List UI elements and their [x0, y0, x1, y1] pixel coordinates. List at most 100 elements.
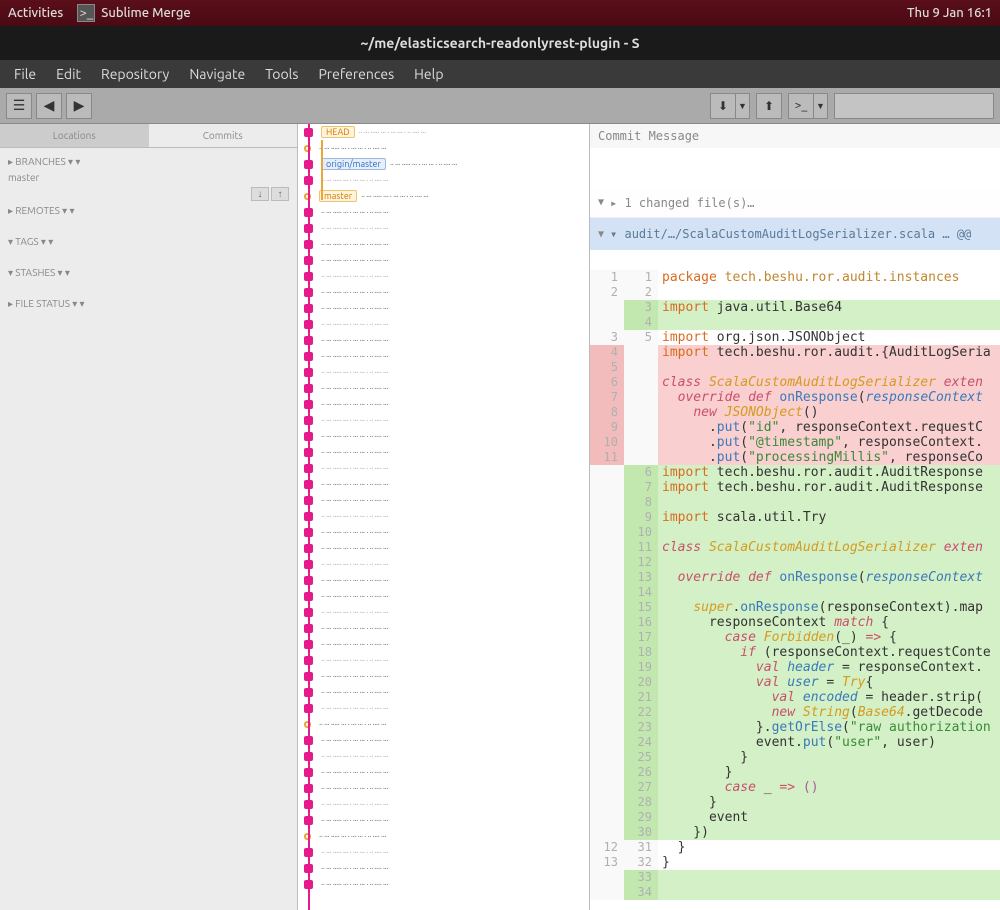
- commit-row[interactable]: ·· ··· ····· ··· · ··· ··· · ·· ···· ···: [298, 508, 589, 524]
- nav-forward-button[interactable]: ▶: [66, 93, 92, 119]
- code-line[interactable]: 29 event: [590, 810, 1000, 825]
- code-line[interactable]: 10: [590, 525, 1000, 540]
- code-line[interactable]: 20 val user = Try{: [590, 675, 1000, 690]
- nav-back-button[interactable]: ◀: [36, 93, 62, 119]
- code-line[interactable]: 4import tech.beshu.ror.audit.{AuditLogSe…: [590, 345, 1000, 360]
- code-line[interactable]: 18 if (responseContext.requestConte: [590, 645, 1000, 660]
- code-line[interactable]: 26 }: [590, 765, 1000, 780]
- code-line[interactable]: 9import scala.util.Try: [590, 510, 1000, 525]
- code-line[interactable]: 34: [590, 885, 1000, 900]
- commit-row[interactable]: ·· ··· ····· ··· · ··· ··· · ·· ···· ···: [298, 764, 589, 780]
- commit-row[interactable]: ·· ··· ····· ··· · ··· ··· · ·· ···· ···: [298, 380, 589, 396]
- sidebar-branches[interactable]: ▸ BRANCHES ▾ ▾: [4, 154, 293, 170]
- push-button[interactable]: ⬆: [756, 93, 782, 119]
- commit-row[interactable]: ·· ··· ····· ··· · ··· ··· · ·· ···· ···: [298, 236, 589, 252]
- sidebar-filestatus[interactable]: ▸ FILE STATUS ▾ ▾: [4, 296, 293, 312]
- commit-row[interactable]: ·· ··· ····· ··· · ··· ··· · ·· ···· ···: [298, 748, 589, 764]
- commit-row[interactable]: ·· ··· ····· ··· · ··· ··· · ·· ···· ···: [298, 572, 589, 588]
- menu-repository[interactable]: Repository: [91, 62, 179, 86]
- code-line[interactable]: 11 .put("processingMillis", responseCo: [590, 450, 1000, 465]
- sidebar-next-icon[interactable]: ↑: [271, 187, 289, 201]
- menu-preferences[interactable]: Preferences: [308, 62, 404, 86]
- commit-row[interactable]: ·· ··· ····· ··· · ··· ··· · ·· ···· ···: [298, 668, 589, 684]
- commit-row[interactable]: ·· ··· ····· ··· · ··· ··· · ·· ···· ···: [298, 428, 589, 444]
- code-line[interactable]: 17 case Forbidden(_) => {: [590, 630, 1000, 645]
- code-line[interactable]: 22: [590, 285, 1000, 300]
- code-line[interactable]: 8 new JSONObject(): [590, 405, 1000, 420]
- sidebar-tags[interactable]: ▾ TAGS ▾ ▾: [4, 234, 293, 250]
- sidebar-toggle-button[interactable]: ☰: [6, 93, 32, 119]
- commit-row[interactable]: ·· ··· ····· ··· · ··· ··· · ·· ···· ···: [298, 860, 589, 876]
- commit-row[interactable]: ·· ··· ····· ··· · ··· ··· · ·· ···· ···: [298, 780, 589, 796]
- commit-row[interactable]: ·· ··· ····· ··· · ··· ··· · ·· ···· ···: [298, 556, 589, 572]
- sidebar-prev-icon[interactable]: ↓: [251, 187, 269, 201]
- commit-row[interactable]: HEAD·· ··· ····· ··· · ··· ··· · ·· ····…: [298, 124, 589, 140]
- app-icon[interactable]: >_: [77, 4, 95, 22]
- code-line[interactable]: 16 responseContext match {: [590, 615, 1000, 630]
- code-line[interactable]: 9 .put("id", responseContext.requestC: [590, 420, 1000, 435]
- commit-row[interactable]: ·· ··· ····· ··· · ··· ··· · ·· ···· ···: [298, 636, 589, 652]
- commit-row[interactable]: ·· ··· ····· ··· · ··· ··· · ·· ···· ···: [298, 364, 589, 380]
- code-line[interactable]: 13 override def onResponse(responseConte…: [590, 570, 1000, 585]
- code-line[interactable]: 4: [590, 315, 1000, 330]
- stash-button[interactable]: >_ ▼: [788, 93, 828, 119]
- commit-row[interactable]: ·· ··· ····· ··· · ··· ··· · ·· ···· ···: [298, 492, 589, 508]
- sidebar-tab-commits[interactable]: Commits: [149, 124, 298, 147]
- commit-row[interactable]: ·· ··· ····· ··· · ··· ··· · ·· ···· ···: [298, 316, 589, 332]
- commit-row[interactable]: ·· ··· ····· ··· · ··· ··· · ·· ···· ···: [298, 796, 589, 812]
- code-line[interactable]: 7 override def onResponse(responseContex…: [590, 390, 1000, 405]
- commit-row[interactable]: ·· ··· ····· ··· · ··· ··· · ·· ···· ···: [298, 268, 589, 284]
- commit-row[interactable]: ·· ··· ····· ··· · ··· ··· · ·· ···· ···: [298, 396, 589, 412]
- commit-row[interactable]: ·· ··· ····· ··· · ··· ··· · ·· ···· ···: [298, 540, 589, 556]
- code-line[interactable]: 8: [590, 495, 1000, 510]
- commit-row[interactable]: ·· ··· ····· ··· · ··· ··· · ·· ···· ···: [298, 332, 589, 348]
- activities-label[interactable]: Activities: [8, 6, 63, 20]
- menu-file[interactable]: File: [4, 62, 46, 86]
- menu-navigate[interactable]: Navigate: [179, 62, 255, 86]
- commit-row[interactable]: ·· ··· ····· ··· · ··· ··· · ·· ···· ···: [298, 732, 589, 748]
- sidebar-branch-master[interactable]: master: [4, 170, 293, 185]
- sidebar-remotes[interactable]: ▸ REMOTES ▾ ▾: [4, 203, 293, 219]
- code-line[interactable]: 19 val header = responseContext.: [590, 660, 1000, 675]
- menu-help[interactable]: Help: [404, 62, 453, 86]
- diff-files-section[interactable]: ▼ ▸ 1 changed file(s)…: [590, 188, 1000, 218]
- commit-row[interactable]: origin/master·· ··· ····· ··· · ··· ··· …: [298, 156, 589, 172]
- code-line[interactable]: 11class ScalaCustomAuditLogSerializer ex…: [590, 540, 1000, 555]
- menu-tools[interactable]: Tools: [255, 62, 308, 86]
- code-line[interactable]: 24 event.put("user", user): [590, 735, 1000, 750]
- app-name[interactable]: Sublime Merge: [101, 6, 190, 20]
- commit-row[interactable]: ·· ··· ····· ··· · ··· ··· · ·· ···· ···: [298, 412, 589, 428]
- commit-row[interactable]: ·· ··· ····· ··· · ··· ··· · ·· ···· ···: [298, 252, 589, 268]
- code-line[interactable]: 1332}: [590, 855, 1000, 870]
- code-line[interactable]: 5: [590, 360, 1000, 375]
- code-line[interactable]: 21 val encoded = header.strip(: [590, 690, 1000, 705]
- sidebar-tab-locations[interactable]: Locations: [0, 124, 149, 147]
- code-line[interactable]: 28 }: [590, 795, 1000, 810]
- commit-row[interactable]: ·· ··· ····· ··· · ··· ··· · ·· ···· ···: [298, 220, 589, 236]
- commit-row[interactable]: ·· ··· ····· ··· · ··· ··· · ·· ···· ···: [298, 844, 589, 860]
- commit-row[interactable]: ·· ··· ····· ··· · ··· ··· · ·· ···· ···: [298, 204, 589, 220]
- commit-row[interactable]: ·· ··· ····· ··· · ··· ··· · ·· ···· ···: [298, 716, 589, 732]
- code-line[interactable]: 14: [590, 585, 1000, 600]
- commit-row[interactable]: ·· ··· ····· ··· · ··· ··· · ·· ···· ···: [298, 876, 589, 892]
- menu-edit[interactable]: Edit: [46, 62, 91, 86]
- commit-row[interactable]: ·· ··· ····· ··· · ··· ··· · ·· ···· ···: [298, 684, 589, 700]
- search-input[interactable]: [834, 93, 994, 119]
- code-line[interactable]: 25 }: [590, 750, 1000, 765]
- commit-row[interactable]: ·· ··· ····· ··· · ··· ··· · ·· ···· ···: [298, 620, 589, 636]
- code-line[interactable]: 23 }.getOrElse("raw authorization: [590, 720, 1000, 735]
- code-line[interactable]: 30 }): [590, 825, 1000, 840]
- commit-row[interactable]: ·· ··· ····· ··· · ··· ··· · ·· ···· ···: [298, 460, 589, 476]
- code-line[interactable]: 15 super.onResponse(responseContext).map: [590, 600, 1000, 615]
- code-line[interactable]: 3import java.util.Base64: [590, 300, 1000, 315]
- code-line[interactable]: 12: [590, 555, 1000, 570]
- commit-row[interactable]: ·· ··· ····· ··· · ··· ··· · ·· ···· ···: [298, 524, 589, 540]
- commit-row[interactable]: ·· ··· ····· ··· · ··· ··· · ·· ···· ···: [298, 300, 589, 316]
- pull-dropdown-icon[interactable]: ▼: [736, 93, 750, 119]
- commit-row[interactable]: ·· ··· ····· ··· · ··· ··· · ·· ···· ···: [298, 348, 589, 364]
- commit-row[interactable]: ·· ··· ····· ··· · ··· ··· · ·· ···· ···: [298, 812, 589, 828]
- commit-row[interactable]: ·· ··· ····· ··· · ··· ··· · ·· ···· ···: [298, 444, 589, 460]
- commit-row[interactable]: ·· ··· ····· ··· · ··· ··· · ·· ···· ···: [298, 172, 589, 188]
- commit-row[interactable]: ·· ··· ····· ··· · ··· ··· · ·· ···· ···: [298, 700, 589, 716]
- code-line[interactable]: 10 .put("@timestamp", responseContext.: [590, 435, 1000, 450]
